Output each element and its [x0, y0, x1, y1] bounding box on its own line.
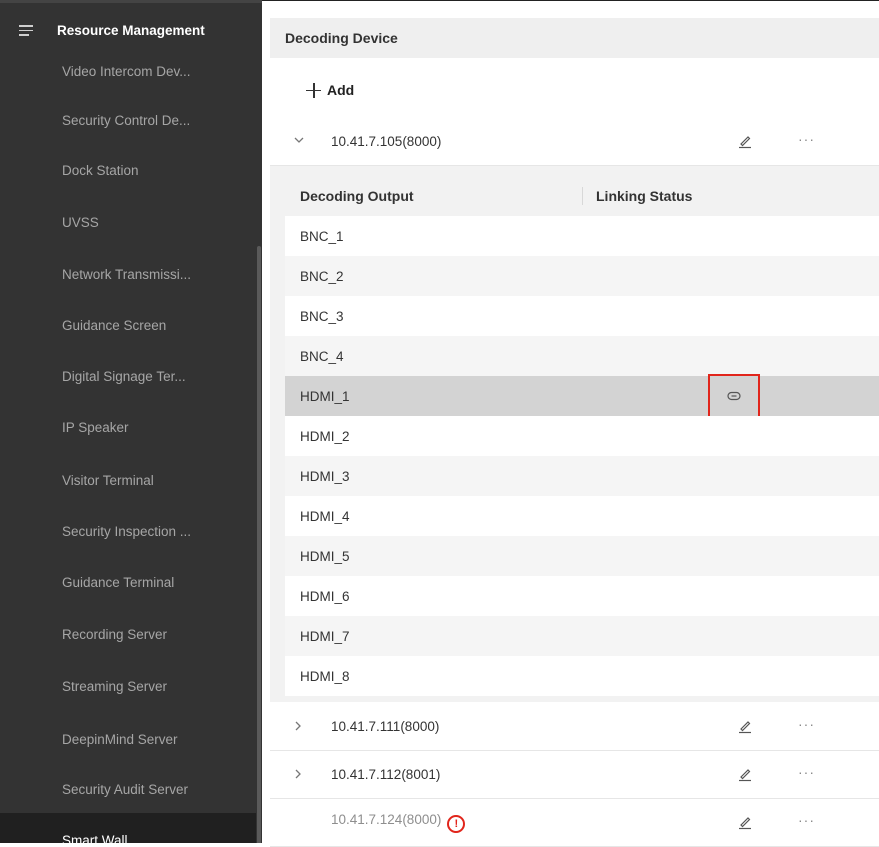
- more-icon[interactable]: ···: [798, 764, 815, 780]
- device-name: 10.41.7.112(8001): [331, 767, 441, 782]
- main-panel: Decoding Device Add 10.41.7.105(8000) ··…: [262, 0, 879, 847]
- device-row[interactable]: 10.41.7.112(8001) ···: [270, 751, 879, 799]
- sidebar-item-visitor-terminal[interactable]: Visitor Terminal: [0, 454, 256, 506]
- add-label: Add: [327, 82, 355, 98]
- more-icon[interactable]: ···: [798, 812, 815, 828]
- output-name: HDMI_8: [300, 668, 350, 684]
- sidebar-item-label: UVSS: [62, 214, 99, 230]
- device-name-text: 10.41.7.124(8000): [331, 812, 442, 827]
- sidebar-item-label: Security Control De...: [62, 112, 191, 128]
- top-border: [262, 0, 879, 6]
- device-row[interactable]: 10.41.7.111(8000) ···: [270, 703, 879, 751]
- add-button[interactable]: Add: [306, 79, 354, 101]
- sidebar-item-label: Security Audit Server: [62, 781, 189, 797]
- edit-icon[interactable]: [737, 814, 753, 830]
- output-name: HDMI_2: [300, 428, 350, 444]
- more-icon[interactable]: ···: [798, 131, 815, 147]
- sidebar: Video Intercom Dev... Security Control D…: [0, 0, 262, 843]
- sidebar-header: Resource Management: [0, 18, 262, 44]
- sidebar-item-security-audit-server[interactable]: Security Audit Server: [0, 763, 256, 815]
- sidebar-item-recording-server[interactable]: Recording Server: [0, 608, 256, 660]
- device-row[interactable]: 10.41.7.124(8000)! ···: [270, 799, 879, 847]
- output-name: HDMI_1: [300, 388, 350, 404]
- output-name: HDMI_3: [300, 468, 350, 484]
- sidebar-item-video-intercom[interactable]: Video Intercom Dev...: [0, 61, 256, 81]
- sidebar-item-guidance-terminal[interactable]: Guidance Terminal: [0, 556, 256, 608]
- sidebar-item-security-control[interactable]: Security Control De...: [0, 94, 256, 146]
- table-row[interactable]: HDMI_6: [285, 576, 879, 616]
- sidebar-item-label: Smart Wall: [62, 833, 128, 843]
- device-name: 10.41.7.111(8000): [331, 719, 440, 734]
- sidebar-title: Resource Management: [57, 23, 205, 38]
- sidebar-item-ip-speaker[interactable]: IP Speaker: [0, 401, 256, 453]
- link-icon[interactable]: [708, 374, 760, 418]
- sidebar-item-dock-station[interactable]: Dock Station: [0, 144, 256, 196]
- table-row-selected[interactable]: HDMI_1: [285, 374, 879, 418]
- sidebar-item-label: Streaming Server: [62, 678, 168, 694]
- sidebar-item-label: Digital Signage Ter...: [62, 368, 186, 384]
- device-row[interactable]: 10.41.7.105(8000) ···: [270, 118, 879, 166]
- edit-icon[interactable]: [737, 766, 753, 782]
- sidebar-item-network-transmission[interactable]: Network Transmissi...: [0, 248, 256, 300]
- table-row[interactable]: BNC_1: [285, 216, 879, 256]
- output-name: HDMI_5: [300, 548, 350, 564]
- chevron-down-icon[interactable]: [293, 135, 304, 145]
- decoding-output-pane: Decoding Output Linking Status BNC_1 BNC…: [270, 166, 879, 702]
- sidebar-scrollbar[interactable]: [257, 246, 261, 843]
- sidebar-item-security-inspection[interactable]: Security Inspection ...: [0, 505, 256, 557]
- column-divider: [582, 187, 583, 205]
- chevron-right-icon[interactable]: [293, 720, 303, 731]
- device-name: 10.41.7.124(8000)!: [331, 812, 466, 833]
- output-name: BNC_3: [300, 308, 344, 324]
- sidebar-item-label: Dock Station: [62, 162, 139, 178]
- edit-icon[interactable]: [737, 133, 753, 149]
- table-row[interactable]: HDMI_5: [285, 536, 879, 576]
- table-header: Decoding Output Linking Status: [285, 176, 879, 216]
- output-name: HDMI_7: [300, 628, 350, 644]
- output-name: HDMI_6: [300, 588, 350, 604]
- menu-icon[interactable]: [19, 25, 33, 37]
- table-row[interactable]: HDMI_3: [285, 456, 879, 496]
- sidebar-item-label: DeepinMind Server: [62, 731, 178, 747]
- chevron-right-icon[interactable]: [293, 768, 303, 779]
- table-row[interactable]: BNC_3: [285, 296, 879, 336]
- sidebar-item-label: Visitor Terminal: [62, 472, 154, 488]
- output-name: BNC_1: [300, 228, 344, 244]
- warning-icon[interactable]: !: [447, 815, 466, 833]
- table-row[interactable]: HDMI_8: [285, 656, 879, 696]
- table-row[interactable]: HDMI_7: [285, 616, 879, 656]
- sidebar-item-label: Guidance Screen: [62, 317, 167, 333]
- sidebar-item-label: Security Inspection ...: [62, 523, 192, 539]
- sidebar-item-deepinmind-server[interactable]: DeepinMind Server: [0, 713, 256, 765]
- section-header: Decoding Device: [270, 18, 879, 58]
- sidebar-item-digital-signage[interactable]: Digital Signage Ter...: [0, 350, 256, 402]
- section-title: Decoding Device: [285, 30, 398, 46]
- sidebar-item-streaming-server[interactable]: Streaming Server: [0, 660, 256, 712]
- output-name: BNC_2: [300, 268, 344, 284]
- output-name: BNC_4: [300, 348, 344, 364]
- sidebar-item-label: IP Speaker: [62, 419, 129, 435]
- sidebar-item-uvss[interactable]: UVSS: [0, 196, 256, 248]
- table-row[interactable]: BNC_4: [285, 336, 879, 376]
- sidebar-item-label: Guidance Terminal: [62, 574, 175, 590]
- plus-icon: [306, 82, 321, 98]
- sidebar-item-label: Recording Server: [62, 626, 168, 642]
- table-row[interactable]: BNC_2: [285, 256, 879, 296]
- output-name: HDMI_4: [300, 508, 350, 524]
- column-header-linking-status[interactable]: Linking Status: [596, 188, 692, 204]
- column-header-decoding-output[interactable]: Decoding Output: [300, 188, 414, 204]
- table-row[interactable]: HDMI_2: [285, 416, 879, 456]
- device-name: 10.41.7.105(8000): [331, 134, 442, 149]
- more-icon[interactable]: ···: [798, 716, 815, 732]
- sidebar-item-smart-wall[interactable]: Smart Wall: [0, 813, 256, 843]
- brand-accent: [0, 0, 42, 3]
- table-row[interactable]: HDMI_4: [285, 496, 879, 536]
- edit-icon[interactable]: [737, 718, 753, 734]
- sidebar-item-label: Video Intercom Dev...: [62, 63, 191, 79]
- sidebar-item-guidance-screen[interactable]: Guidance Screen: [0, 299, 256, 351]
- sidebar-item-label: Network Transmissi...: [62, 266, 192, 282]
